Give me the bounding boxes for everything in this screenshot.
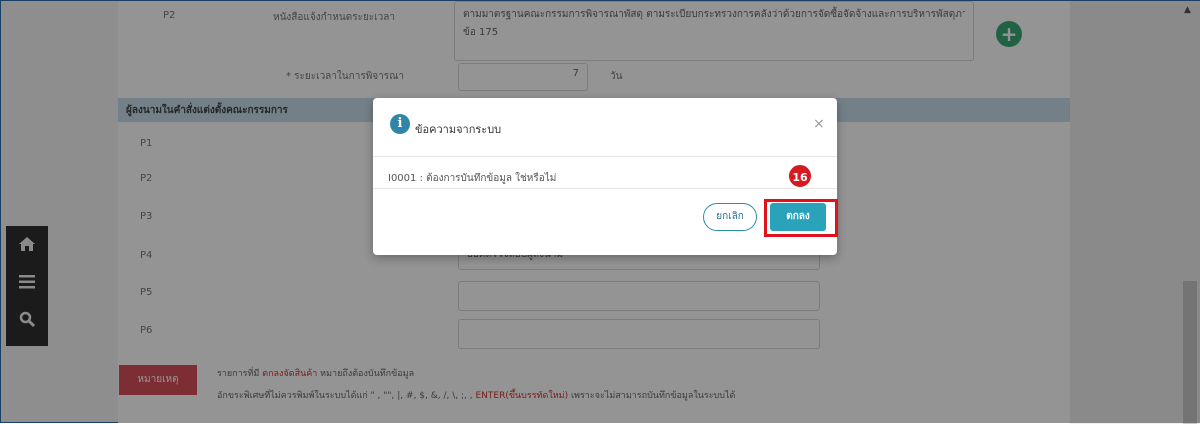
dialog-header: i ข้อความจากระบบ ×	[373, 98, 837, 157]
step-number-badge: 16	[787, 163, 813, 189]
ok-button[interactable]: ตกลง	[770, 203, 826, 231]
info-icon: i	[390, 114, 410, 134]
cancel-button[interactable]: ยกเลิก	[703, 203, 757, 231]
close-icon[interactable]: ×	[813, 116, 825, 132]
dialog-message: I0001 : ต้องการบันทึกข้อมูล ใช่หรือไม่	[388, 173, 557, 184]
confirm-dialog: i ข้อความจากระบบ × I0001 : ต้องการบันทึก…	[373, 98, 838, 256]
dialog-footer: ยกเลิก ตกลง	[373, 188, 838, 256]
dialog-title: ข้อความจากระบบ	[415, 123, 502, 136]
